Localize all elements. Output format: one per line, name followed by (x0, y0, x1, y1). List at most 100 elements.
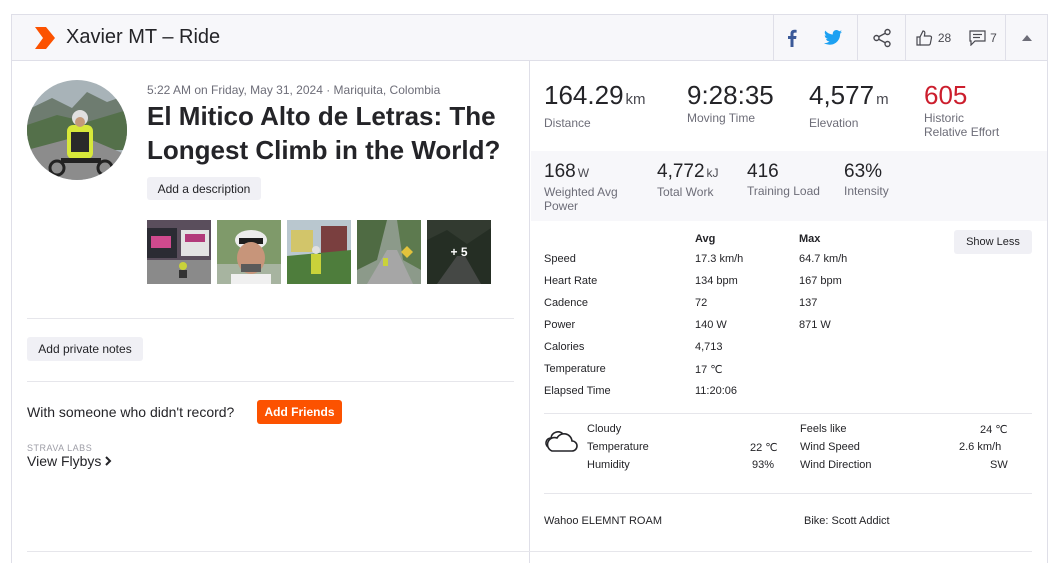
primary-stats: 164.29 km Distance 9:28:35 Moving Time 4,… (544, 80, 1034, 150)
stat-relative-effort[interactable]: 605 Historic Relative Effort (924, 80, 999, 139)
row-label: Elapsed Time (544, 385, 611, 397)
header-actions: 28 7 (773, 15, 1047, 60)
row-avg: 4,713 (695, 341, 723, 353)
stat-elevation: 4,577 m Elevation (809, 80, 889, 130)
show-less-button[interactable]: Show Less (954, 230, 1032, 254)
weather-wind-speed-value: 2.6 km/h (959, 441, 1002, 453)
row-avg: 140 W (695, 319, 727, 331)
divider (27, 551, 1032, 552)
weather-humidity-value: 93% (752, 459, 775, 471)
row-avg: 17 ℃ (695, 364, 723, 376)
stat-training-load: 416 Training Load (747, 161, 820, 198)
table-row: Power 140 W 871 W (544, 319, 1024, 341)
activity-title: El Mitico Alto de Letras: The Longest Cl… (147, 101, 501, 165)
activity-meta: 5:22 AM on Friday, May 31, 2024 · Mariqu… (147, 83, 441, 97)
divider (27, 318, 514, 319)
divider (544, 493, 1032, 494)
secondary-stats: 168 W Weighted Avg Power 4,772 kJ Total Wo… (531, 151, 1047, 221)
stat-label: Total Work (657, 185, 714, 199)
photo-thumbnail[interactable] (147, 220, 211, 284)
weather-temperature-value: 22 ℃ (750, 442, 778, 454)
weather-wind-direction-value: SW (990, 459, 1008, 471)
photo-strip: + 5 (147, 220, 491, 284)
stat-value: 168 (544, 161, 576, 182)
stat-label: Intensity (844, 184, 889, 198)
divider (544, 413, 1032, 414)
add-private-notes-button[interactable]: Add private notes (27, 337, 143, 361)
row-label: Speed (544, 253, 576, 265)
activity-header: Xavier MT – Ride 28 7 (12, 15, 1047, 61)
comments-button[interactable]: 7 (961, 15, 1005, 60)
activity-stats: 164.29 km Distance 9:28:35 Moving Time 4,… (531, 61, 1047, 563)
twitter-share-button[interactable] (809, 15, 857, 60)
kudos-button[interactable]: 28 (905, 15, 961, 60)
column-header-max: Max (799, 233, 821, 245)
table-row: Cadence 72 137 (544, 297, 1024, 319)
stat-label: Moving Time (687, 111, 756, 125)
view-flybys-link[interactable]: View Flybys (27, 453, 112, 469)
row-label: Calories (544, 341, 585, 353)
row-avg: 72 (695, 297, 708, 309)
stat-label: Training Load (747, 184, 820, 198)
photo-thumbnail[interactable] (357, 220, 421, 284)
row-max: 167 bpm (799, 275, 842, 287)
share-button[interactable] (857, 15, 905, 60)
header-title: Xavier MT – Ride (66, 26, 221, 48)
stat-total-work: 4,772 kJ Total Work (657, 161, 719, 199)
strava-labs-label: STRAVA LABS (27, 443, 93, 453)
weather-humidity-label: Humidity (587, 459, 630, 471)
stat-label: Distance (544, 116, 591, 130)
row-max: 137 (799, 297, 818, 309)
weather-feels-like-label: Feels like (800, 423, 847, 435)
table-row: Temperature 17 ℃ (544, 363, 1024, 385)
twitter-icon (824, 30, 842, 45)
stat-label: Historic (924, 111, 965, 125)
table-row: Calories 4,713 (544, 341, 1024, 363)
row-label: Cadence (544, 297, 589, 309)
view-flybys-label: View Flybys (27, 453, 102, 469)
thumbs-up-icon (916, 29, 932, 46)
cloud-icon (545, 431, 578, 452)
stat-intensity: 63% Intensity (844, 161, 889, 198)
facebook-share-button[interactable] (773, 15, 809, 60)
strava-chevron-icon (35, 27, 55, 49)
collapse-button[interactable] (1005, 15, 1047, 60)
stat-unit: kJ (706, 166, 719, 180)
chevron-right-icon (105, 456, 112, 466)
stat-value: 605 (924, 80, 968, 110)
more-photos-count: + 5 (427, 220, 491, 284)
bike-name: Bike: Scott Addict (804, 515, 890, 527)
stat-value: 416 (747, 161, 779, 182)
activity-panel: Xavier MT – Ride 28 7 5:22 AM on Friday,… (11, 14, 1048, 563)
stat-moving-time: 9:28:35 Moving Time (687, 80, 774, 125)
add-description-button[interactable]: Add a description (147, 177, 261, 200)
table-row: Heart Rate 134 bpm 167 bpm (544, 275, 1024, 297)
stat-value: 164.29 (544, 80, 624, 110)
facebook-icon (787, 29, 797, 47)
photo-thumbnail[interactable] (287, 220, 351, 284)
weather-feels-like-value: 24 ℃ (980, 424, 1008, 436)
stat-distance: 164.29 km Distance (544, 80, 646, 130)
caret-up-icon (1021, 34, 1032, 41)
weather-temperature-label: Temperature (587, 441, 649, 453)
device-name: Wahoo ELEMNT ROAM (544, 515, 662, 527)
row-avg: 134 bpm (695, 275, 738, 287)
photo-thumbnail[interactable] (217, 220, 281, 284)
photo-thumbnail-more[interactable]: + 5 (427, 220, 491, 284)
avatar[interactable] (27, 80, 127, 180)
weather-panel: Cloudy Temperature 22 ℃ Humidity 93% Fee… (544, 423, 1024, 487)
kudos-count: 28 (937, 30, 952, 45)
stat-label: Weighted Avg (544, 185, 618, 199)
with-someone-prompt: With someone who didn't record? (27, 404, 235, 420)
divider (27, 381, 514, 382)
row-label: Power (544, 319, 576, 331)
row-avg: 11:20:06 (695, 385, 738, 397)
comment-count: 7 (990, 30, 997, 45)
row-label: Heart Rate (544, 275, 598, 287)
stat-label-line2: Power (544, 199, 579, 213)
stat-value: 63% (844, 161, 883, 182)
add-friends-button[interactable]: Add Friends (257, 400, 342, 424)
stat-value: 9:28:35 (687, 80, 774, 110)
table-row: Speed 17.3 km/h 64.7 km/h (544, 253, 1024, 275)
stat-weighted-power: 168 W Weighted Avg Power (544, 161, 618, 213)
